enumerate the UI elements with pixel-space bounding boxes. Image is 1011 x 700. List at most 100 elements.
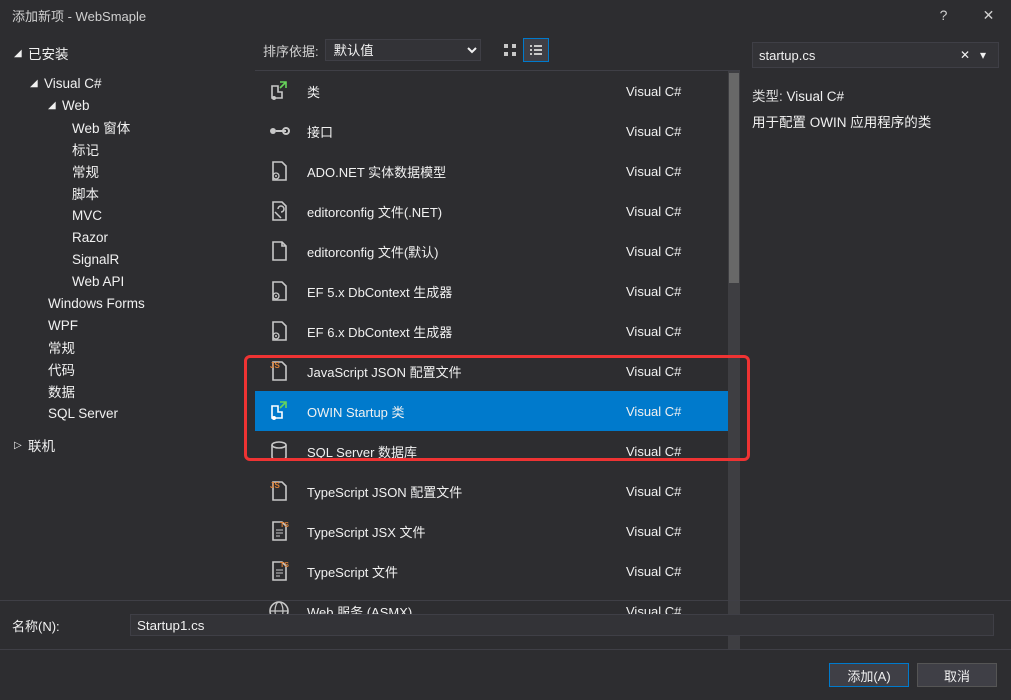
svg-text:TS: TS: [280, 522, 289, 529]
template-name: editorconfig 文件(默认): [307, 242, 626, 261]
template-name: 接口: [307, 122, 626, 141]
tree-winforms[interactable]: Windows Forms: [0, 292, 255, 314]
file-js-icon: JS: [265, 477, 293, 505]
template-lang: Visual C#: [626, 284, 716, 299]
dialog-footer: 添加(A) 取消: [0, 650, 1011, 700]
name-bar: 名称(N):: [0, 600, 1011, 650]
view-list-button[interactable]: [523, 38, 549, 62]
search-field[interactable]: ✕ ▾: [752, 42, 999, 68]
template-lang: Visual C#: [626, 124, 716, 139]
template-name: 类: [307, 82, 626, 101]
tree-wpf[interactable]: WPF: [0, 314, 255, 336]
file-gear-icon: [265, 157, 293, 185]
svg-text:JS: JS: [270, 481, 280, 490]
template-list[interactable]: 类Visual C#接口Visual C#ADO.NET 实体数据模型Visua…: [255, 71, 728, 650]
template-name: TypeScript 文件: [307, 562, 626, 581]
svg-text:JS: JS: [270, 361, 280, 370]
grid-icon: [503, 43, 517, 57]
close-button[interactable]: ✕: [966, 0, 1011, 30]
tree-item[interactable]: Razor: [0, 226, 255, 248]
class-icon: [265, 77, 293, 105]
tree-item[interactable]: 脚本: [0, 182, 255, 204]
svg-text:TS: TS: [280, 562, 289, 569]
clear-search-icon[interactable]: ✕: [956, 48, 974, 62]
scroll-thumb[interactable]: [729, 73, 739, 283]
template-lang: Visual C#: [626, 444, 716, 459]
tree-online[interactable]: ▷联机: [0, 434, 255, 456]
help-button[interactable]: ?: [921, 0, 966, 30]
template-name: TypeScript JSON 配置文件: [307, 482, 626, 501]
template-lang: Visual C#: [626, 84, 716, 99]
name-input[interactable]: [130, 614, 994, 636]
tree-web[interactable]: ◢Web: [0, 94, 255, 116]
tree-installed[interactable]: ◢已安装: [0, 42, 255, 64]
file-icon: [265, 237, 293, 265]
template-item[interactable]: 接口Visual C#: [255, 111, 728, 151]
category-tree: ◢已安装 ◢Visual C# ◢Web Web 窗体 标记 常规 脚本 MVC…: [0, 30, 255, 650]
tree-item[interactable]: 常规: [0, 160, 255, 182]
template-item[interactable]: TS TypeScript JSX 文件Visual C#: [255, 511, 728, 551]
list-icon: [529, 43, 543, 57]
template-name: OWIN Startup 类: [307, 402, 626, 421]
tree-sql[interactable]: SQL Server: [0, 402, 255, 424]
template-item[interactable]: TS TypeScript 文件Visual C#: [255, 551, 728, 591]
template-lang: Visual C#: [626, 204, 716, 219]
sort-dropdown[interactable]: 默认值: [325, 39, 481, 61]
class-icon: [265, 397, 293, 425]
file-ts-icon: TS: [265, 517, 293, 545]
window-title: 添加新项 - WebSmaple: [12, 6, 146, 25]
template-item[interactable]: EF 6.x DbContext 生成器Visual C#: [255, 311, 728, 351]
template-name: TypeScript JSX 文件: [307, 522, 626, 541]
wrench-icon: [265, 197, 293, 225]
cancel-button[interactable]: 取消: [917, 663, 997, 687]
template-name: SQL Server 数据库: [307, 442, 626, 461]
file-gear-icon: [265, 317, 293, 345]
tree-code[interactable]: 代码: [0, 358, 255, 380]
tree-csharp[interactable]: ◢Visual C#: [0, 72, 255, 94]
template-lang: Visual C#: [626, 524, 716, 539]
tree-general[interactable]: 常规: [0, 336, 255, 358]
template-lang: Visual C#: [626, 364, 716, 379]
sort-label: 排序依据:: [263, 41, 319, 60]
template-name: EF 6.x DbContext 生成器: [307, 322, 626, 341]
template-lang: Visual C#: [626, 404, 716, 419]
name-label: 名称(N):: [12, 616, 130, 635]
template-lang: Visual C#: [626, 164, 716, 179]
template-lang: Visual C#: [626, 244, 716, 259]
template-lang: Visual C#: [626, 484, 716, 499]
file-gear-icon: [265, 277, 293, 305]
template-name: editorconfig 文件(.NET): [307, 202, 626, 221]
search-input[interactable]: [759, 48, 956, 63]
tree-item[interactable]: MVC: [0, 204, 255, 226]
tree-item[interactable]: SignalR: [0, 248, 255, 270]
template-name: JavaScript JSON 配置文件: [307, 362, 626, 381]
template-name: EF 5.x DbContext 生成器: [307, 282, 626, 301]
file-ts-icon: TS: [265, 557, 293, 585]
template-item[interactable]: 类Visual C#: [255, 71, 728, 111]
template-name: ADO.NET 实体数据模型: [307, 162, 626, 181]
template-lang: Visual C#: [626, 324, 716, 339]
description: 用于配置 OWIN 应用程序的类: [752, 110, 999, 136]
search-dropdown-icon[interactable]: ▾: [974, 48, 992, 62]
interface-icon: [265, 117, 293, 145]
titlebar: 添加新项 - WebSmaple ? ✕: [0, 0, 1011, 30]
file-js-icon: JS: [265, 357, 293, 385]
tree-item[interactable]: 标记: [0, 138, 255, 160]
template-item[interactable]: ADO.NET 实体数据模型Visual C#: [255, 151, 728, 191]
template-item[interactable]: SQL Server 数据库Visual C#: [255, 431, 728, 471]
template-item[interactable]: JS JavaScript JSON 配置文件Visual C#: [255, 351, 728, 391]
template-item[interactable]: OWIN Startup 类Visual C#: [255, 391, 728, 431]
template-item[interactable]: editorconfig 文件(默认)Visual C#: [255, 231, 728, 271]
scrollbar[interactable]: [728, 71, 740, 650]
template-item[interactable]: EF 5.x DbContext 生成器Visual C#: [255, 271, 728, 311]
add-button[interactable]: 添加(A): [829, 663, 909, 687]
type-value: Visual C#: [787, 89, 845, 104]
template-item[interactable]: editorconfig 文件(.NET)Visual C#: [255, 191, 728, 231]
tree-data[interactable]: 数据: [0, 380, 255, 402]
tree-item[interactable]: Web API: [0, 270, 255, 292]
sort-bar: 排序依据: 默认值: [255, 30, 740, 70]
view-grid-button[interactable]: [497, 38, 523, 62]
template-lang: Visual C#: [626, 564, 716, 579]
template-item[interactable]: JS TypeScript JSON 配置文件Visual C#: [255, 471, 728, 511]
tree-item[interactable]: Web 窗体: [0, 116, 255, 138]
